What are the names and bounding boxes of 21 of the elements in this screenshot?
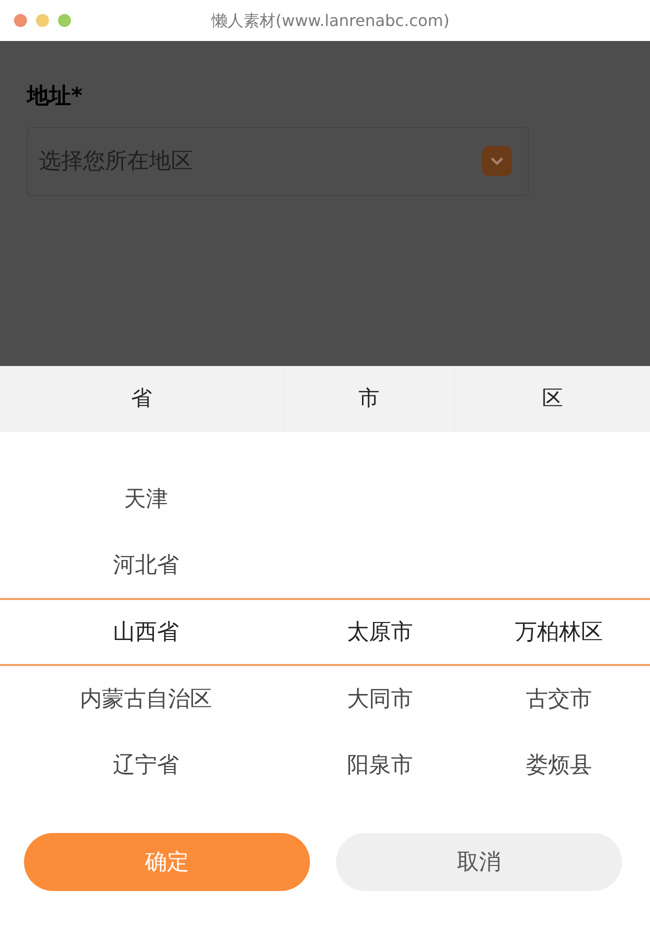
picker-option[interactable]: 大同市 [292, 666, 468, 732]
chevron-down-icon [482, 146, 512, 176]
picker-option[interactable]: 天津 [0, 466, 292, 532]
cancel-button[interactable]: 取消 [336, 833, 622, 891]
picker-option[interactable]: 河北省 [0, 532, 292, 598]
picker-option[interactable]: 万柏林区 [468, 600, 650, 664]
picker-option[interactable]: 古交市 [468, 666, 650, 732]
window-close-icon[interactable] [14, 14, 27, 27]
picker-option[interactable]: 阳泉市 [292, 732, 468, 798]
picker-option[interactable]: 辽宁省 [0, 732, 292, 798]
window-maximize-icon[interactable] [58, 14, 71, 27]
window-minimize-icon[interactable] [36, 14, 49, 27]
picker-option[interactable]: 山西省 [0, 600, 292, 664]
picker-option[interactable]: 内蒙古自治区 [0, 666, 292, 732]
window-title: 懒人素材(www.lanrenabc.com) [212, 10, 450, 32]
picker-option[interactable]: 娄烦县 [468, 732, 650, 798]
column-header: 省 [131, 385, 152, 412]
picker-option[interactable]: 太原市 [292, 600, 468, 664]
column-header: 区 [542, 385, 563, 412]
column-header: 市 [358, 385, 380, 412]
field-label: 地址* [27, 83, 83, 111]
